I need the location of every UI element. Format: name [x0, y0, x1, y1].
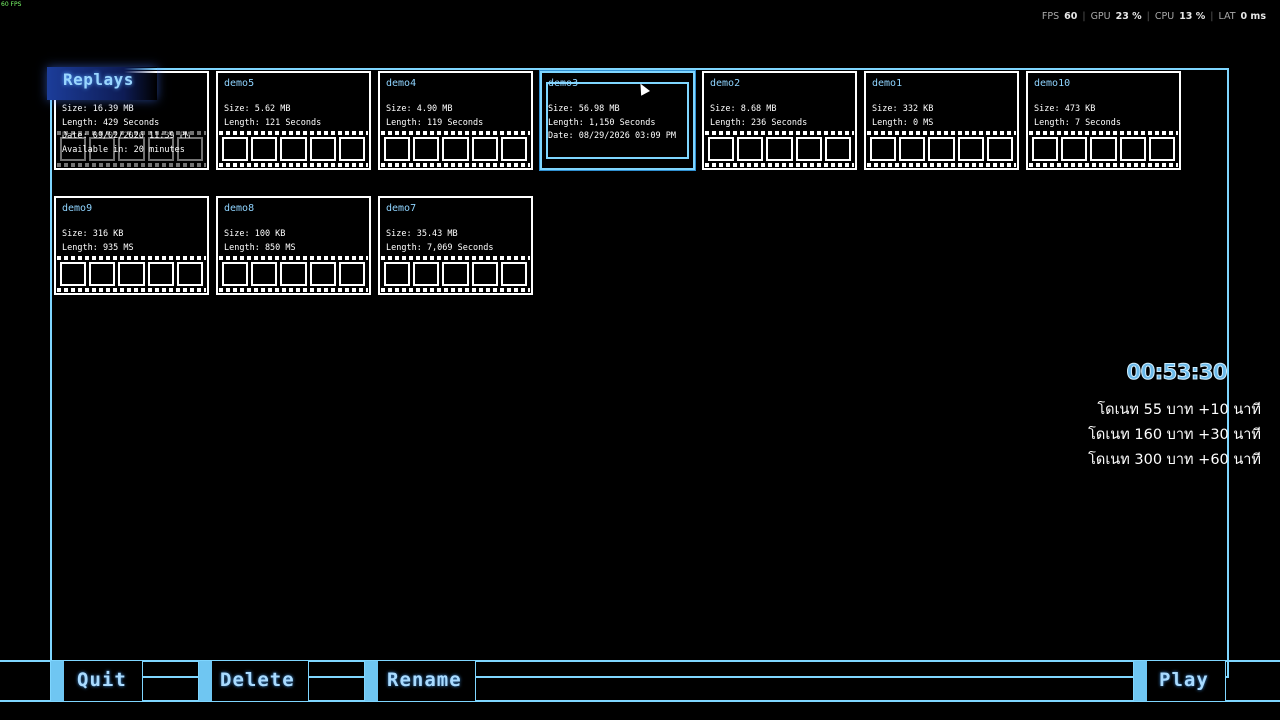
cpu-label: CPU	[1154, 11, 1175, 22]
replay-length: Length: 850 MS	[224, 242, 296, 253]
donation-promo: โดเนท 300 บาท +60 นาที	[1088, 452, 1261, 468]
replay-info: Size: 8.68 MB Length: 236 Seconds	[710, 103, 807, 130]
filmstrip	[57, 130, 206, 168]
quit-button-label: Quit	[77, 669, 127, 691]
filmstrip	[381, 255, 530, 293]
replay-size: Size: 473 KB	[1034, 104, 1096, 114]
replay-info: Size: 35.43 MB Length: 7,069 Seconds	[386, 228, 493, 255]
separator: |	[1146, 11, 1150, 22]
button-accent	[199, 661, 212, 701]
replay-card[interactable]: demo1 Size: 332 KB Length: 0 MS	[864, 71, 1019, 170]
replay-info: Size: 100 KB Length: 850 MS	[224, 228, 296, 255]
fps-label: FPS	[1041, 11, 1060, 22]
replay-length: Length: 935 MS	[62, 242, 134, 253]
replay-length: Length: 7,069 Seconds	[386, 242, 494, 253]
replay-card[interactable]: demo7 Size: 35.43 MB Length: 7,069 Secon…	[378, 196, 533, 295]
button-accent	[365, 661, 378, 701]
replay-card[interactable]: demo2 Size: 8.68 MB Length: 236 Seconds	[702, 71, 857, 170]
rename-button[interactable]: Rename	[364, 660, 476, 702]
filmstrip	[705, 130, 854, 168]
rename-button-label: Rename	[387, 669, 462, 691]
replay-size: Size: 4.90 MB	[386, 104, 453, 114]
cpu-value: 13 %	[1179, 11, 1206, 22]
replay-card[interactable]: demo10 Size: 473 KB Length: 7 Seconds	[1026, 71, 1181, 170]
replay-size: Size: 16.39 MB	[62, 104, 134, 114]
delete-button-label: Delete	[220, 669, 295, 691]
replay-info: Size: 56.98 MB Length: 1,150 Seconds Dat…	[548, 103, 676, 144]
replay-name: demo8	[224, 203, 255, 214]
filmstrip	[219, 255, 368, 293]
lat-value: 0 ms	[1240, 11, 1266, 22]
separator: |	[1082, 11, 1086, 22]
replay-info: Size: 473 KB Length: 7 Seconds	[1034, 103, 1121, 130]
replay-length: Length: 236 Seconds	[710, 117, 808, 128]
replay-size: Size: 56.98 MB	[548, 104, 620, 114]
donation-promo: โดเนท 160 บาท +30 นาที	[1088, 427, 1261, 443]
play-button[interactable]: Play	[1133, 660, 1226, 702]
replay-name: demo4	[386, 78, 417, 89]
replay-card[interactable]: demo9 Size: 316 KB Length: 935 MS	[54, 196, 209, 295]
replay-name: demo3	[548, 78, 579, 89]
replay-card[interactable]: demo8 Size: 100 KB Length: 850 MS	[216, 196, 371, 295]
replay-length: Length: 121 Seconds	[224, 117, 322, 128]
lat-label: LAT	[1218, 11, 1236, 22]
replay-length: Length: 0 MS	[872, 117, 934, 128]
replay-name: demo1	[872, 78, 903, 89]
replay-size: Size: 316 KB	[62, 229, 124, 239]
replay-length: Length: 119 Seconds	[386, 117, 484, 128]
replay-name: demo9	[62, 203, 93, 214]
stream-timer: 00:53:30	[1126, 360, 1228, 385]
replay-name: demo5	[224, 78, 255, 89]
replay-length: Length: 1,150 Seconds	[548, 117, 656, 128]
gpu-label: GPU	[1090, 11, 1111, 22]
button-accent	[1134, 661, 1147, 701]
filmstrip	[57, 255, 206, 293]
replay-card[interactable]: demo5 Size: 5.62 MB Length: 121 Seconds	[216, 71, 371, 170]
donation-promo: โดเนท 55 บาท +10 นาที	[1097, 402, 1261, 418]
replay-card-selected[interactable]: demo3 Size: 56.98 MB Length: 1,150 Secon…	[540, 71, 695, 170]
replay-size: Size: 332 KB	[872, 104, 934, 114]
page-title: Replays	[63, 70, 134, 89]
fps-value: 60	[1064, 11, 1078, 22]
separator: |	[1210, 11, 1214, 22]
delete-button[interactable]: Delete	[198, 660, 309, 702]
replay-name: demo7	[386, 203, 417, 214]
replay-info: Size: 332 KB Length: 0 MS	[872, 103, 933, 130]
replay-card[interactable]: demo4 Size: 4.90 MB Length: 119 Seconds	[378, 71, 533, 170]
replay-size: Size: 35.43 MB	[386, 229, 458, 239]
replay-size: Size: 100 KB	[224, 229, 286, 239]
filmstrip	[219, 130, 368, 168]
panel-title-tab: Replays	[47, 67, 157, 100]
replay-info: Size: 316 KB Length: 935 MS	[62, 228, 134, 255]
quit-button[interactable]: Quit	[50, 660, 143, 702]
fps-counter: 60 FPS	[1, 1, 22, 8]
replay-info: Size: 5.62 MB Length: 121 Seconds	[224, 103, 321, 130]
filmstrip	[867, 130, 1016, 168]
replay-size: Size: 8.68 MB	[710, 104, 777, 114]
play-button-label: Play	[1159, 669, 1209, 691]
filmstrip	[1029, 130, 1178, 168]
gpu-value: 23 %	[1115, 11, 1142, 22]
replay-info: Size: 4.90 MB Length: 119 Seconds	[386, 103, 483, 130]
button-accent	[51, 661, 64, 701]
replay-length: Length: 429 Seconds	[62, 117, 160, 128]
replay-name: demo10	[1034, 78, 1071, 89]
bottom-action-bar	[0, 660, 1280, 702]
performance-overlay: FPS 60 | GPU 23 % | CPU 13 % | LAT 0 ms	[1042, 11, 1266, 22]
replay-name: demo2	[710, 78, 741, 89]
replay-date: Date: 08/29/2026 03:09 PM	[548, 131, 676, 141]
replay-size: Size: 5.62 MB	[224, 104, 291, 114]
filmstrip	[381, 130, 530, 168]
replay-length: Length: 7 Seconds	[1034, 117, 1121, 128]
